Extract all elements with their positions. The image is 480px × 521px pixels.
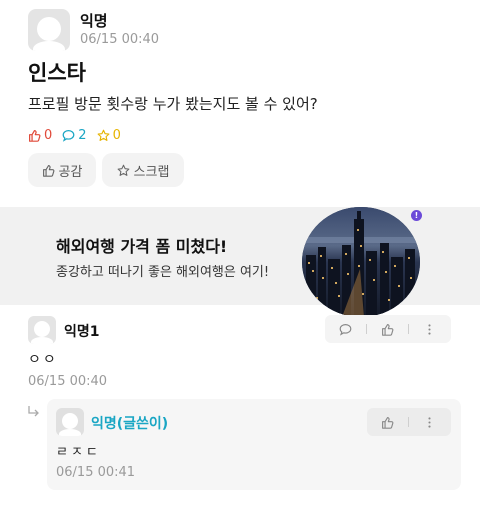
ad-subtitle: 종강하고 떠나기 좋은 해외여행은 여기!: [56, 265, 270, 280]
like-button[interactable]: 공감: [28, 153, 96, 187]
scrap-count: 0: [97, 128, 121, 143]
comment-like-button[interactable]: [367, 315, 408, 343]
like-count: 0: [28, 128, 52, 143]
comment-count: 2: [62, 128, 87, 143]
author-avatar: [28, 9, 70, 51]
post-title: 인스타: [28, 61, 86, 85]
reply-arrow-icon: [28, 406, 39, 417]
scrap-button[interactable]: 스크랩: [102, 153, 184, 187]
ad-title: 해외여행 가격 폼 미쳤다!: [56, 237, 228, 256]
speech-bubble-icon: [62, 130, 75, 142]
reply-timestamp: 06/15 00:41: [56, 465, 136, 480]
star-icon: [97, 129, 109, 141]
comment-avatar: [28, 316, 56, 344]
ad-banner[interactable]: 해외여행 가격 폼 미쳤다! 종강하고 떠나기 좋은 해외여행은 여기! !: [0, 207, 480, 317]
thumbs-up-icon: [382, 323, 394, 336]
reply-avatar: [56, 408, 84, 436]
reply-more-button[interactable]: [409, 408, 450, 436]
scrap-button-label: 스크랩: [133, 164, 170, 180]
ad-info-badge[interactable]: !: [411, 210, 422, 221]
thumbs-up-icon: [29, 130, 41, 142]
thumbs-up-icon: [382, 416, 394, 429]
like-count-value: 0: [44, 128, 53, 143]
ad-image: [302, 207, 420, 317]
reply-author: 익명(글쓴이): [91, 416, 169, 432]
star-icon: [117, 164, 129, 176]
thumbs-up-icon: [42, 164, 54, 177]
more-vertical-icon: [428, 416, 431, 428]
post-body: 프로필 방문 횟수랑 누가 봤는지도 볼 수 있어?: [28, 95, 318, 113]
reply-like-button[interactable]: [367, 408, 408, 436]
like-button-label: 공감: [58, 164, 83, 180]
comment-more-button[interactable]: [409, 315, 450, 343]
reply-button[interactable]: [325, 315, 366, 343]
post-timestamp: 06/15 00:40: [80, 32, 160, 47]
reply-actions: [367, 408, 451, 436]
comment-actions: [325, 315, 451, 343]
post-stats: 0 2 0: [28, 128, 131, 143]
reply-body: ㄹㅈㄷ: [56, 445, 101, 460]
comment-timestamp: 06/15 00:40: [28, 374, 108, 389]
post-author: 익명: [80, 12, 108, 30]
comment-count-value: 2: [78, 128, 87, 143]
scrap-count-value: 0: [112, 128, 121, 143]
comment-author: 익명1: [64, 324, 100, 340]
speech-bubble-icon: [339, 323, 352, 336]
more-vertical-icon: [428, 323, 431, 335]
comment-body: ㅇㅇ: [28, 352, 58, 368]
